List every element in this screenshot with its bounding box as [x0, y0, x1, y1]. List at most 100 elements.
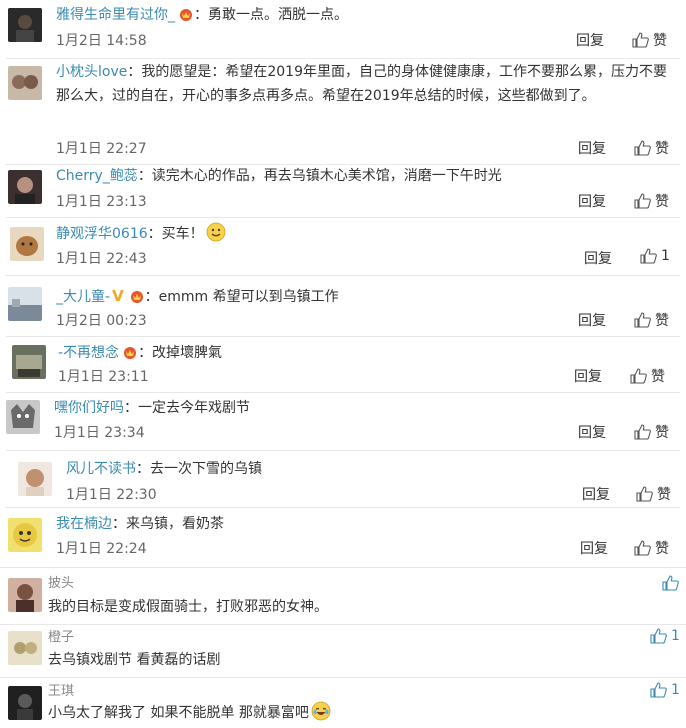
comment-time: 1月2日 14:58 — [56, 33, 147, 49]
avatar[interactable] — [8, 578, 42, 612]
like-button[interactable]: 赞 — [634, 422, 669, 442]
avatar[interactable] — [12, 345, 46, 379]
laughing-smiley-icon — [311, 701, 331, 721]
user-name[interactable]: 嘿你们好吗 — [54, 400, 124, 416]
like-button[interactable]: 赞 — [636, 484, 671, 504]
avatar[interactable] — [8, 8, 42, 42]
avatar[interactable] — [6, 400, 40, 434]
avatar[interactable] — [8, 66, 42, 100]
reply-button[interactable]: 回复 — [578, 310, 606, 330]
comment-text: ：勇敢一点。洒脱一点。 — [194, 7, 348, 23]
like-count: 赞 — [655, 141, 669, 157]
divider — [6, 450, 680, 451]
comment-line: 风儿不读书：去一次下雪的乌镇 — [66, 457, 262, 481]
user-name[interactable]: 静观浮华0616 — [56, 226, 148, 242]
comment-text: 去乌镇戏剧节 看黄磊的话剧 — [48, 652, 221, 668]
user-name[interactable]: 风儿不读书 — [66, 461, 136, 477]
v-vip-icon: V — [112, 287, 124, 305]
like-button[interactable]: 赞 — [632, 30, 667, 50]
reply-button[interactable]: 回复 — [578, 138, 606, 158]
smiley-icon — [206, 222, 226, 242]
user-name[interactable]: 橙子 — [48, 626, 74, 650]
comment-text: ：改掉壞脾氣 — [138, 345, 223, 361]
like-count: 1 — [661, 248, 670, 264]
divider — [6, 217, 680, 218]
like-count: 赞 — [651, 369, 665, 385]
avatar[interactable] — [8, 686, 42, 720]
like-button[interactable]: 1 — [650, 682, 680, 698]
divider — [0, 567, 686, 568]
comment-text: ：一定去今年戏剧节 — [124, 400, 250, 416]
user-name[interactable]: Cherry_鲍蕊 — [56, 168, 138, 184]
comment-text: ：emmm 希望可以到乌镇工作 — [144, 289, 339, 305]
avatar[interactable] — [10, 227, 44, 261]
avatar[interactable] — [8, 287, 42, 321]
comment-line: Cherry_鲍蕊：读完木心的作品，再去乌镇木心美术馆，消磨一下午时光 — [56, 164, 502, 188]
comment-line: 雅得生命里有过你_ ：勇敢一点。洒脱一点。 — [56, 3, 348, 27]
reply-button[interactable]: 回复 — [576, 30, 604, 50]
thumb-up-icon — [650, 628, 667, 644]
like-button[interactable]: 1 — [650, 628, 680, 644]
thumb-up-icon — [634, 540, 651, 556]
thumb-up-icon — [632, 32, 649, 48]
avatar[interactable] — [18, 462, 52, 496]
reply-button[interactable]: 回复 — [580, 538, 608, 558]
thumb-up-icon — [634, 140, 651, 156]
comment-time: 1月2日 00:23 — [56, 313, 147, 329]
like-button[interactable]: 赞 — [634, 138, 669, 158]
thumb-up-icon — [636, 486, 653, 502]
user-name[interactable]: 披头 — [48, 572, 74, 596]
comment-time: 1月1日 22:43 — [56, 251, 147, 267]
thumb-up-icon — [662, 575, 679, 591]
like-count: 赞 — [657, 487, 671, 503]
divider — [6, 392, 680, 393]
comment-time: 1月1日 22:24 — [56, 541, 147, 557]
divider — [6, 58, 680, 59]
comment-text: ：我的愿望是：希望在2019年里面，自己的身体健健康康，工作不要那么累，压力不要… — [56, 64, 667, 104]
like-count: 赞 — [655, 425, 669, 441]
user-name[interactable]: 雅得生命里有过你_ — [56, 7, 175, 23]
comment-text: 我的目标是变成假面骑士，打败邪恶的女神。 — [48, 599, 328, 615]
like-button[interactable]: 赞 — [634, 191, 669, 211]
crown-badge-icon — [130, 291, 143, 303]
comment-time: 1月1日 23:13 — [56, 194, 147, 210]
like-count: 赞 — [655, 313, 669, 329]
comment-text: 小乌太了解我了 如果不能脱单 那就暴富吧 — [48, 701, 331, 725]
like-button[interactable] — [662, 575, 683, 591]
reply-button[interactable]: 回复 — [578, 191, 606, 211]
comment-line: 静观浮华0616：买车！ — [56, 222, 226, 246]
divider — [0, 677, 686, 678]
user-name[interactable]: 小枕头love — [56, 64, 127, 80]
like-count: 1 — [671, 682, 680, 698]
reply-button[interactable]: 回复 — [584, 248, 612, 268]
like-button[interactable]: 1 — [640, 248, 670, 264]
comment-line: _大儿童- V ：emmm 希望可以到乌镇工作 — [56, 284, 339, 309]
thumb-up-icon — [650, 682, 667, 698]
user-name[interactable]: -不再想念 — [58, 345, 119, 361]
like-button[interactable]: 赞 — [634, 310, 669, 330]
user-name[interactable]: _大儿童- — [56, 289, 110, 305]
like-button[interactable]: 赞 — [634, 538, 669, 558]
thumb-up-icon — [634, 193, 651, 209]
comment-text: ：买车！ — [147, 226, 204, 242]
comment-line: 嘿你们好吗：一定去今年戏剧节 — [54, 396, 250, 420]
avatar[interactable] — [8, 170, 42, 204]
comment-time: 1月1日 23:11 — [58, 369, 149, 385]
crown-badge-icon — [124, 347, 137, 359]
avatar[interactable] — [8, 518, 42, 552]
thumb-up-icon — [640, 248, 657, 264]
like-count: 赞 — [655, 541, 669, 557]
like-count: 赞 — [655, 194, 669, 210]
comment-line: -不再想念 ：改掉壞脾氣 — [58, 341, 222, 365]
comment-time: 1月1日 22:30 — [66, 487, 157, 503]
like-button[interactable]: 赞 — [630, 366, 665, 386]
reply-button[interactable]: 回复 — [578, 422, 606, 442]
user-name[interactable]: 我在楠边 — [56, 516, 112, 532]
reply-button[interactable]: 回复 — [582, 484, 610, 504]
comment-text: ：去一次下雪的乌镇 — [136, 461, 262, 477]
avatar[interactable] — [8, 631, 42, 665]
thumb-up-icon — [634, 424, 651, 440]
reply-button[interactable]: 回复 — [574, 366, 602, 386]
comment-time: 1月1日 23:34 — [54, 425, 145, 441]
crown-badge-icon — [180, 9, 192, 21]
